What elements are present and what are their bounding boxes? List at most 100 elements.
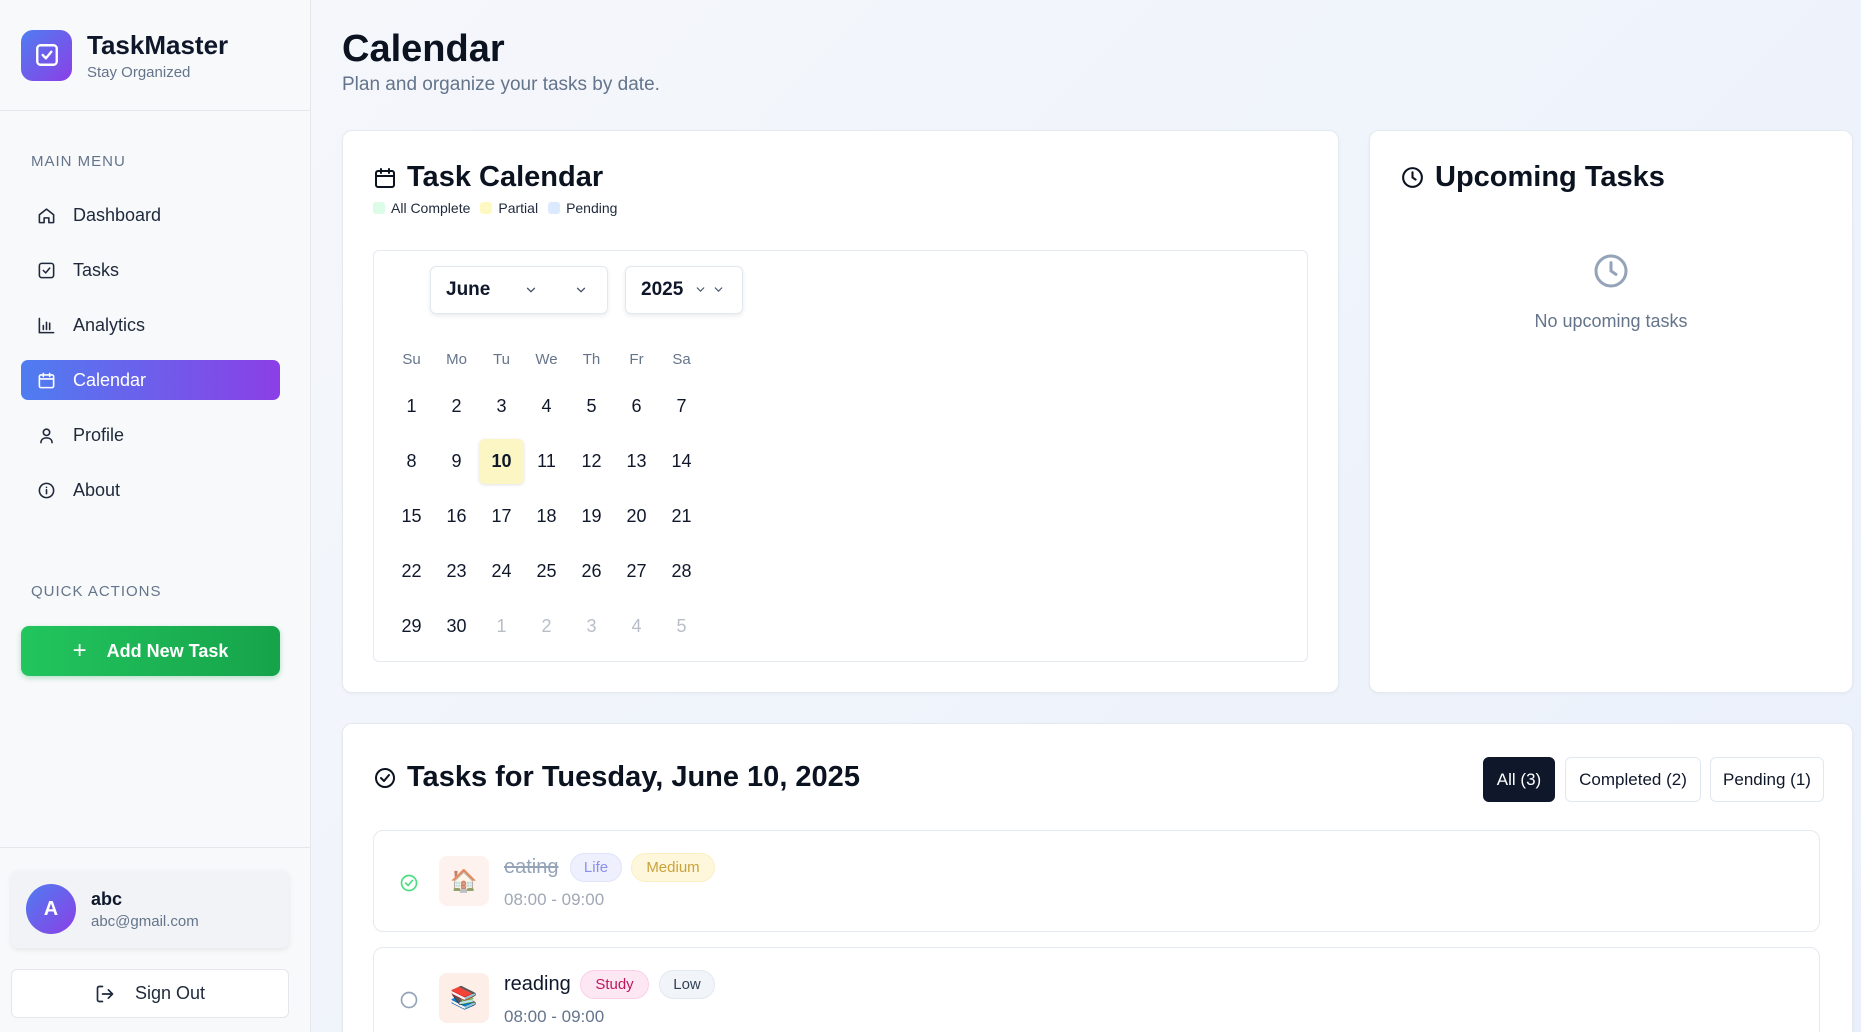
sidebar-item-profile[interactable]: Profile bbox=[21, 415, 280, 455]
calendar-day[interactable]: 2 bbox=[434, 384, 479, 429]
clock-icon bbox=[1591, 251, 1631, 291]
task-calendar-title-text: Task Calendar bbox=[407, 161, 604, 193]
plus-icon: + bbox=[72, 637, 87, 664]
main-nav: Dashboard Tasks Analytics Calendar Profi… bbox=[21, 195, 280, 525]
clock-icon bbox=[1400, 165, 1425, 190]
filter-pending-button[interactable]: Pending (1) bbox=[1710, 757, 1824, 802]
calendar-icon bbox=[36, 370, 56, 390]
calendar-day[interactable]: 1 bbox=[389, 384, 434, 429]
calendar-day[interactable]: 25 bbox=[524, 549, 569, 594]
sidebar-item-about[interactable]: About bbox=[21, 470, 280, 510]
calendar-day[interactable]: 23 bbox=[434, 549, 479, 594]
calendar-day[interactable]: 16 bbox=[434, 494, 479, 539]
year-value: 2025 bbox=[641, 279, 684, 300]
legend-pending: Pending bbox=[548, 200, 617, 216]
month-value: June bbox=[446, 279, 491, 300]
legend-swatch bbox=[373, 202, 385, 214]
day-tasks-title-text: Tasks for Tuesday, June 10, 2025 bbox=[407, 761, 860, 793]
calendar-day[interactable]: 6 bbox=[614, 384, 659, 429]
sidebar-item-label: Tasks bbox=[73, 259, 120, 280]
calendar-day[interactable]: 9 bbox=[434, 439, 479, 484]
weekday-fr: Fr bbox=[629, 351, 644, 368]
filter-completed-button[interactable]: Completed (2) bbox=[1565, 757, 1701, 802]
page-title: Calendar bbox=[342, 28, 505, 70]
home-category-icon: 🏠 bbox=[439, 856, 489, 906]
month-select[interactable]: June bbox=[430, 266, 608, 314]
year-select[interactable]: 2025 bbox=[625, 266, 743, 314]
sidebar-item-dashboard[interactable]: Dashboard bbox=[21, 195, 280, 235]
calendar-day[interactable]: 17 bbox=[479, 494, 524, 539]
calendar-day[interactable]: 21 bbox=[659, 494, 704, 539]
weekday-th: Th bbox=[582, 351, 601, 368]
calendar-day[interactable]: 14 bbox=[659, 439, 704, 484]
page-subtitle: Plan and organize your tasks by date. bbox=[342, 74, 660, 95]
calendar-day[interactable]: 28 bbox=[659, 549, 704, 594]
task-time: 08:00 - 09:00 bbox=[504, 1007, 605, 1026]
main-menu-label: MAIN MENU bbox=[31, 153, 126, 170]
sidebar-item-label: Dashboard bbox=[73, 204, 162, 225]
calendar-day-outside[interactable]: 5 bbox=[659, 604, 704, 649]
weekday-tu: Tu bbox=[493, 351, 510, 368]
priority-badge: Low bbox=[659, 970, 715, 999]
calendar-day[interactable]: 19 bbox=[569, 494, 614, 539]
calendar-day[interactable]: 7 bbox=[659, 384, 704, 429]
calendar-day-selected[interactable]: 10 bbox=[479, 439, 524, 484]
calendar-day[interactable]: 20 bbox=[614, 494, 659, 539]
brand-subtitle: Stay Organized bbox=[87, 63, 191, 81]
calendar-day[interactable]: 29 bbox=[389, 604, 434, 649]
sidebar-item-analytics[interactable]: Analytics bbox=[21, 305, 280, 345]
user-card[interactable]: A abc abc@gmail.com bbox=[11, 870, 289, 948]
calendar-day[interactable]: 24 bbox=[479, 549, 524, 594]
calendar-day[interactable]: 13 bbox=[614, 439, 659, 484]
sign-out-icon bbox=[95, 984, 115, 1004]
calendar-day[interactable]: 8 bbox=[389, 439, 434, 484]
pending-circle-icon[interactable] bbox=[399, 990, 419, 1010]
quick-actions-label: QUICK ACTIONS bbox=[31, 583, 162, 600]
chevron-down-icon bbox=[574, 283, 588, 297]
calendar-day[interactable]: 22 bbox=[389, 549, 434, 594]
check-circle-icon bbox=[373, 766, 397, 790]
calendar-icon bbox=[373, 166, 397, 190]
calendar-day[interactable]: 11 bbox=[524, 439, 569, 484]
calendar-day-outside[interactable]: 1 bbox=[479, 604, 524, 649]
avatar: A bbox=[26, 884, 76, 934]
category-badge: Study bbox=[580, 970, 649, 999]
task-name: reading bbox=[504, 973, 571, 995]
task-name: eating bbox=[504, 856, 559, 878]
weekday-mo: Mo bbox=[446, 351, 467, 368]
calendar-day[interactable]: 12 bbox=[569, 439, 614, 484]
sidebar-item-tasks[interactable]: Tasks bbox=[21, 250, 280, 290]
add-new-task-label: Add New Task bbox=[106, 640, 229, 661]
calendar-day-outside[interactable]: 2 bbox=[524, 604, 569, 649]
chevron-down-icon bbox=[524, 283, 538, 297]
calendar-day[interactable]: 15 bbox=[389, 494, 434, 539]
sign-out-button[interactable]: Sign Out bbox=[11, 969, 289, 1018]
legend-label: Pending bbox=[566, 200, 618, 216]
chevron-down-icon bbox=[712, 283, 725, 296]
calendar-day[interactable]: 27 bbox=[614, 549, 659, 594]
day-tasks-card: Tasks for Tuesday, June 10, 2025 All (3)… bbox=[342, 723, 1853, 1032]
calendar-day[interactable]: 30 bbox=[434, 604, 479, 649]
day-tasks-title: Tasks for Tuesday, June 10, 2025 bbox=[373, 761, 860, 794]
user-email: abc@gmail.com bbox=[91, 912, 199, 930]
calendar-day[interactable]: 3 bbox=[479, 384, 524, 429]
calendar-day[interactable]: 26 bbox=[569, 549, 614, 594]
calendar-day[interactable]: 18 bbox=[524, 494, 569, 539]
filter-all-button[interactable]: All (3) bbox=[1483, 757, 1555, 802]
calendar-day[interactable]: 5 bbox=[569, 384, 614, 429]
calendar-day-outside[interactable]: 3 bbox=[569, 604, 614, 649]
add-new-task-button[interactable]: + Add New Task bbox=[21, 626, 280, 676]
task-item[interactable]: 📚 reading Study Low 08:00 - 09:00 bbox=[373, 947, 1820, 1032]
completed-check-icon[interactable] bbox=[399, 873, 419, 893]
sidebar-item-calendar[interactable]: Calendar bbox=[21, 360, 280, 400]
task-calendar-title: Task Calendar bbox=[373, 161, 603, 194]
task-calendar-card: Task Calendar All Complete Partial Pendi… bbox=[342, 130, 1339, 693]
user-name: abc bbox=[91, 888, 123, 909]
weekday-su: Su bbox=[402, 351, 421, 368]
calendar-day-outside[interactable]: 4 bbox=[614, 604, 659, 649]
task-item[interactable]: 🏠 eating Life Medium 08:00 - 09:00 bbox=[373, 830, 1820, 932]
user-icon bbox=[36, 425, 56, 445]
calendar-day[interactable]: 4 bbox=[524, 384, 569, 429]
legend-swatch bbox=[548, 202, 561, 214]
no-upcoming-tasks-text: No upcoming tasks bbox=[1534, 311, 1688, 331]
